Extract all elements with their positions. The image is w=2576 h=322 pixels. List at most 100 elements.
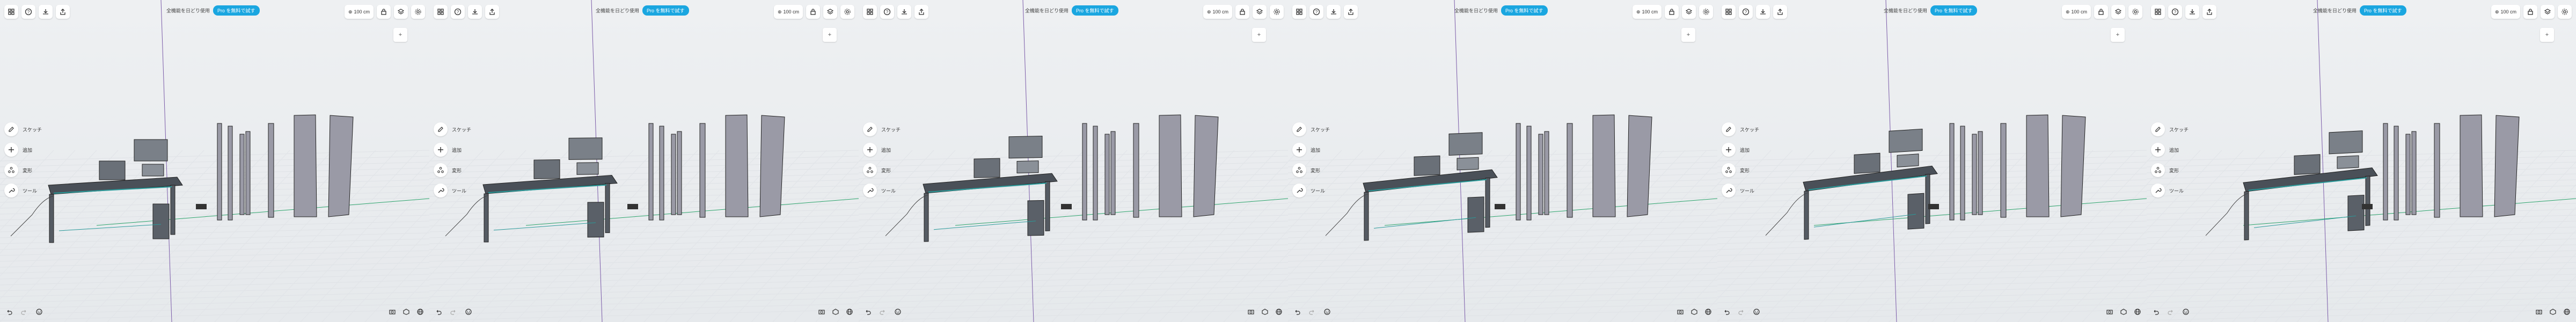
settings-button[interactable] — [1270, 5, 1284, 19]
download-button[interactable] — [39, 5, 53, 19]
tool-edit[interactable]: 変形 — [863, 163, 901, 177]
tool-add[interactable]: 追加 — [863, 143, 901, 157]
tool-tools[interactable]: ツール — [1722, 184, 1759, 197]
view-button[interactable] — [1752, 307, 1761, 317]
view-cube-button[interactable]: + — [2111, 28, 2125, 42]
redo-button[interactable] — [19, 307, 29, 317]
view-cube-button[interactable]: + — [823, 28, 837, 42]
undo-button[interactable] — [863, 307, 873, 317]
menu-button[interactable] — [2151, 5, 2165, 19]
help-button[interactable]: ? — [451, 5, 465, 19]
viewport-frame-2[interactable]: ? 全機能を日どり使用 Pro を無料で試す ⊕ 100 cm + スケッチ 追… — [429, 0, 859, 322]
view-cube-button[interactable]: + — [393, 28, 407, 42]
view-button[interactable] — [1322, 307, 1332, 317]
layers-button[interactable] — [1682, 5, 1696, 19]
menu-button[interactable] — [1722, 5, 1736, 19]
scene-canvas[interactable] — [429, 0, 859, 322]
settings-button[interactable] — [840, 5, 854, 19]
undo-button[interactable] — [4, 307, 14, 317]
mode-button[interactable] — [401, 307, 411, 317]
help-button[interactable]: ? — [21, 5, 35, 19]
menu-button[interactable] — [4, 5, 18, 19]
view-button[interactable] — [893, 307, 903, 317]
layers-button[interactable] — [394, 5, 408, 19]
undo-button[interactable] — [434, 307, 443, 317]
pro-trial-button[interactable]: Pro を無料で試す — [1072, 5, 1118, 16]
scene-canvas[interactable] — [0, 0, 429, 322]
camera-button[interactable] — [2534, 307, 2544, 317]
lock-button[interactable] — [2094, 5, 2108, 19]
lock-button[interactable] — [377, 5, 391, 19]
tool-tools[interactable]: ツール — [434, 184, 471, 197]
pro-trial-button[interactable]: Pro を無料で試す — [642, 5, 689, 16]
share-button[interactable] — [485, 5, 499, 19]
mode-button[interactable] — [1689, 307, 1699, 317]
scene-canvas[interactable] — [2147, 0, 2576, 322]
share-button[interactable] — [2202, 5, 2216, 19]
tool-edit[interactable]: 変形 — [1722, 163, 1759, 177]
viewport-frame-5[interactable]: ? 全機能を日どり使用 Pro を無料で試す ⊕ 100 cm + スケッチ 追… — [1717, 0, 2147, 322]
camera-button[interactable] — [1675, 307, 1685, 317]
mode-button[interactable] — [1260, 307, 1270, 317]
mode-button[interactable] — [2119, 307, 2128, 317]
pro-trial-button[interactable]: Pro を無料で試す — [1930, 5, 1977, 16]
settings-button[interactable] — [1699, 5, 1713, 19]
globe-button[interactable] — [2133, 307, 2142, 317]
redo-button[interactable] — [2166, 307, 2176, 317]
tool-edit[interactable]: 変形 — [4, 163, 42, 177]
download-button[interactable] — [1327, 5, 1341, 19]
help-button[interactable]: ? — [1739, 5, 1753, 19]
camera-button[interactable] — [387, 307, 397, 317]
camera-button[interactable] — [1246, 307, 1256, 317]
scale-indicator[interactable]: ⊕ 100 cm — [773, 5, 803, 19]
globe-button[interactable] — [845, 307, 854, 317]
tool-sketch[interactable]: スケッチ — [4, 122, 42, 136]
share-button[interactable] — [914, 5, 928, 19]
download-button[interactable] — [1756, 5, 1770, 19]
globe-button[interactable] — [2562, 307, 2572, 317]
scene-canvas[interactable] — [1288, 0, 1717, 322]
viewport-frame-6[interactable]: ? 全機能を日どり使用 Pro を無料で試す ⊕ 100 cm + スケッチ 追… — [2147, 0, 2576, 322]
tool-tools[interactable]: ツール — [863, 184, 901, 197]
download-button[interactable] — [468, 5, 482, 19]
tool-tools[interactable]: ツール — [2151, 184, 2189, 197]
menu-button[interactable] — [1292, 5, 1306, 19]
layers-button[interactable] — [1253, 5, 1267, 19]
tool-add[interactable]: 追加 — [2151, 143, 2189, 157]
menu-button[interactable] — [434, 5, 448, 19]
help-button[interactable]: ? — [1309, 5, 1323, 19]
undo-button[interactable] — [1292, 307, 1302, 317]
help-button[interactable]: ? — [880, 5, 894, 19]
tool-edit[interactable]: 変形 — [434, 163, 471, 177]
mode-button[interactable] — [2548, 307, 2558, 317]
tool-sketch[interactable]: スケッチ — [863, 122, 901, 136]
settings-button[interactable] — [411, 5, 425, 19]
lock-button[interactable] — [2523, 5, 2537, 19]
redo-button[interactable] — [449, 307, 458, 317]
scene-canvas[interactable] — [859, 0, 1288, 322]
layers-button[interactable] — [2111, 5, 2125, 19]
menu-button[interactable] — [863, 5, 877, 19]
scene-canvas[interactable] — [1717, 0, 2147, 322]
viewport-frame-3[interactable]: ? 全機能を日どり使用 Pro を無料で試す ⊕ 100 cm + スケッチ 追… — [859, 0, 1288, 322]
scale-indicator[interactable]: ⊕ 100 cm — [1632, 5, 1662, 19]
share-button[interactable] — [1344, 5, 1358, 19]
settings-button[interactable] — [2558, 5, 2572, 19]
tool-edit[interactable]: 変形 — [1292, 163, 1330, 177]
tool-add[interactable]: 追加 — [4, 143, 42, 157]
tool-edit[interactable]: 変形 — [2151, 163, 2189, 177]
help-button[interactable]: ? — [2168, 5, 2182, 19]
globe-button[interactable] — [1703, 307, 1713, 317]
pro-trial-button[interactable]: Pro を無料で試す — [1501, 5, 1548, 16]
redo-button[interactable] — [878, 307, 888, 317]
undo-button[interactable] — [2151, 307, 2161, 317]
view-cube-button[interactable]: + — [1252, 28, 1266, 42]
share-button[interactable] — [56, 5, 70, 19]
layers-button[interactable] — [2541, 5, 2555, 19]
undo-button[interactable] — [1722, 307, 1731, 317]
view-cube-button[interactable]: + — [2540, 28, 2554, 42]
share-button[interactable] — [1773, 5, 1787, 19]
tool-add[interactable]: 追加 — [434, 143, 471, 157]
tool-sketch[interactable]: スケッチ — [1722, 122, 1759, 136]
globe-button[interactable] — [415, 307, 425, 317]
